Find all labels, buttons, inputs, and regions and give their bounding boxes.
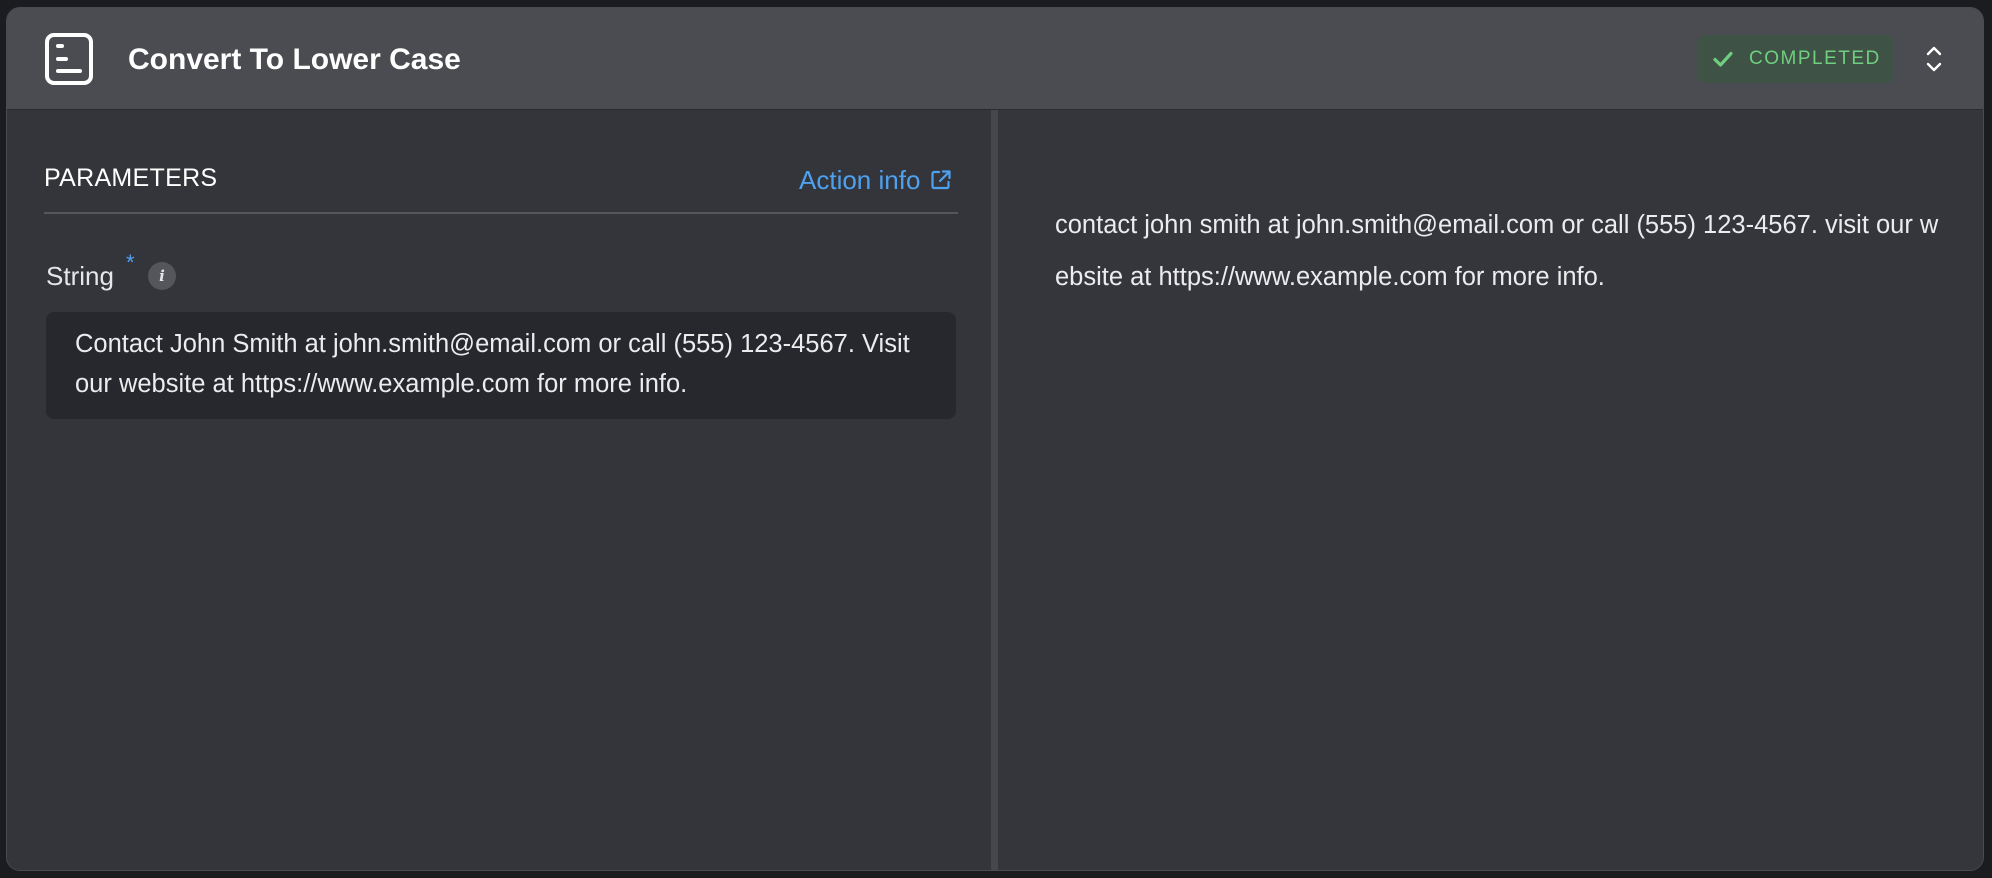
action-header[interactable]: Convert To Lower Case COMPLETED bbox=[7, 8, 1983, 110]
external-link-icon bbox=[931, 170, 952, 190]
status-label: COMPLETED bbox=[1749, 48, 1881, 69]
info-icon[interactable]: i bbox=[148, 262, 176, 290]
parameters-pane: PARAMETERS Action info String * i Contac… bbox=[7, 110, 991, 870]
action-info-label: Action info bbox=[799, 165, 921, 195]
string-field-label: String bbox=[46, 261, 114, 291]
parameters-heading: PARAMETERS bbox=[44, 164, 218, 192]
action-title: Convert To Lower Case bbox=[128, 43, 461, 76]
status-badge: COMPLETED bbox=[1697, 35, 1894, 83]
chevron-up-down-icon[interactable] bbox=[1921, 42, 1947, 76]
output-text: contact john smith at john.smith@email.c… bbox=[1055, 211, 1939, 291]
output-pane: contact john smith at john.smith@email.c… bbox=[998, 110, 1983, 870]
parameters-divider bbox=[44, 212, 958, 214]
pane-resize-handle[interactable] bbox=[991, 110, 998, 870]
action-info-link[interactable]: Action info bbox=[799, 164, 952, 196]
string-input[interactable]: Contact John Smith at john.smith@email.c… bbox=[46, 312, 956, 419]
action-card: Convert To Lower Case COMPLETED PARAMETE… bbox=[6, 7, 1984, 871]
document-lines-icon bbox=[45, 33, 93, 85]
check-icon bbox=[1713, 51, 1733, 67]
required-marker: * bbox=[126, 250, 135, 275]
